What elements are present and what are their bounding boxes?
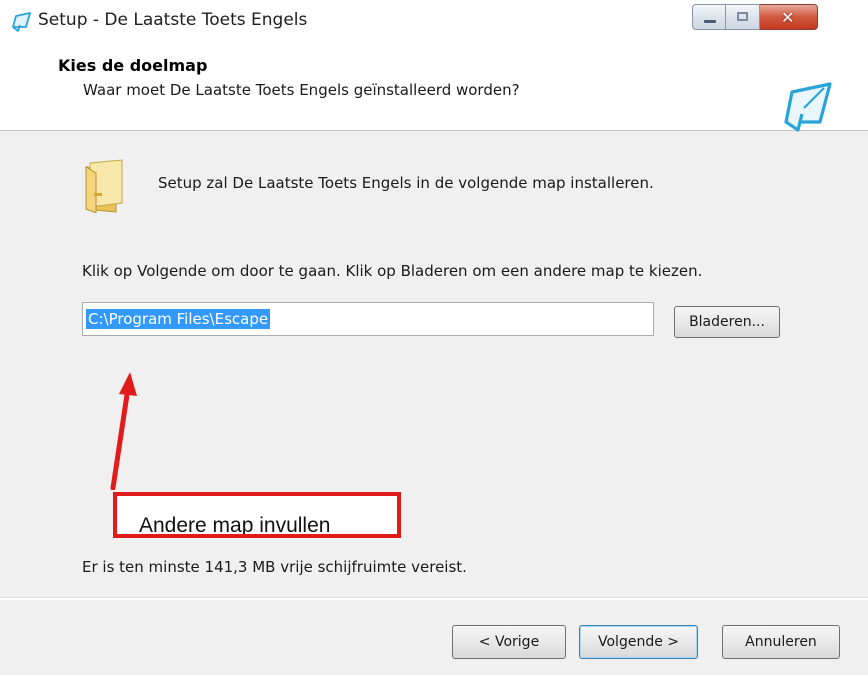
close-button[interactable]: ✕ [760,4,818,30]
window-title: Setup - De Laatste Toets Engels [38,10,308,30]
setup-window: Setup - De Laatste Toets Engels ✕ Kies d… [0,0,868,675]
caption-buttons: ✕ [692,4,818,30]
disk-space-text: Er is ten minste 141,3 MB vrije schijfru… [82,558,467,576]
annotation-text: Andere map invullen [139,514,331,537]
instruction-text: Klik op Volgende om door te gaan. Klik o… [82,262,703,280]
intro-text: Setup zal De Laatste Toets Engels in de … [158,174,654,192]
folder-icon [85,159,123,213]
destination-path-input[interactable]: C:\Program Files\Escape [82,302,654,336]
minimize-icon [704,20,716,23]
minimize-button[interactable] [692,4,726,30]
back-button[interactable]: < Vorige [452,625,566,659]
page-title: Kies de doelmap [58,56,208,75]
cancel-button[interactable]: Annuleren [722,625,840,659]
annotation-callout: Andere map invullen [113,492,401,538]
maximize-icon [737,12,748,21]
next-button[interactable]: Volgende > [579,625,698,659]
app-icon [12,12,31,32]
close-icon: ✕ [781,8,795,27]
footer-divider [0,597,868,600]
title-bar[interactable]: Setup - De Laatste Toets Engels ✕ [0,0,868,42]
page-subtitle: Waar moet De Laatste Toets Engels geïnst… [83,81,520,99]
maximize-button[interactable] [726,4,760,30]
browse-button[interactable]: Bladeren... [674,306,780,338]
wizard-header: Kies de doelmap Waar moet De Laatste Toe… [0,42,868,132]
path-value: C:\Program Files\Escape [86,309,271,329]
app-logo-icon [784,82,832,132]
annotation-arrow-icon [110,372,137,490]
